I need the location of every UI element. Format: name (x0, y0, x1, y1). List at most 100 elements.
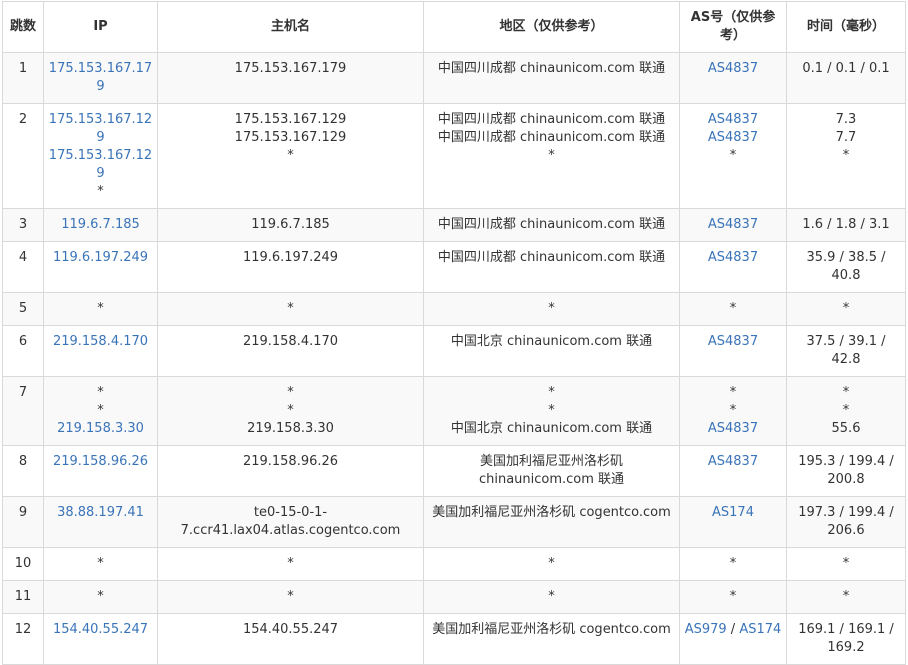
time-text: * (842, 556, 850, 571)
time-text: 169.1 / 169.1 / 169.2 (798, 622, 894, 655)
hostname-text: 175.153.167.129 (234, 130, 347, 145)
time-text: 195.3 / 199.4 / 200.8 (798, 454, 894, 487)
table-row: 1 175.153.167.179 175.153.167.179 中国四川成都 ch… (2, 52, 906, 104)
ip-cell: 175.153.167.179 (43, 52, 158, 104)
as-line: * (684, 588, 782, 606)
hostname-text: * (287, 301, 294, 316)
as-link[interactable]: AS4837 (708, 250, 758, 265)
as-link[interactable]: AS174 (739, 622, 781, 637)
time-cell: 7.3 7.7 * (786, 103, 906, 209)
as-line: AS174 (684, 504, 782, 522)
time-text: * (842, 589, 850, 604)
ip-cell: * (43, 292, 158, 326)
table-body: 1 175.153.167.179 175.153.167.179 中国四川成都 ch… (2, 52, 906, 665)
ip-link[interactable]: 219.158.3.30 (48, 420, 153, 438)
geo-cell: * (423, 580, 680, 614)
as-line: AS4837 (684, 60, 782, 78)
ip-cell: 219.158.96.26 (43, 445, 158, 497)
table-row: 6 219.158.4.170 219.158.4.170 中国北京 chinauni… (2, 325, 906, 377)
ip-link[interactable]: 119.6.7.185 (48, 216, 153, 234)
geo-text: 中国四川成都 chinaunicom.com 联通 (437, 130, 666, 145)
as-cell: AS4837 (679, 241, 787, 293)
geo-text: * (548, 556, 555, 571)
header-geo: 地区（仅供参考） (423, 1, 680, 53)
time-text: 197.3 / 199.4 / 206.6 (798, 505, 894, 538)
ip-link[interactable]: 175.153.167.129 (48, 111, 153, 147)
geo-text: 美国加利福尼亚州洛杉矶 chinaunicom.com 联通 (478, 454, 625, 487)
as-link[interactable]: AS4837 (708, 130, 758, 145)
hop-cell: 3 (2, 208, 44, 242)
hostname-text: * (287, 589, 294, 604)
as-line: * (684, 555, 782, 573)
geo-text: * (548, 385, 555, 400)
hostname-cell: 154.40.55.247 (157, 613, 424, 665)
hostname-text: * (287, 556, 294, 571)
ip-placeholder: * (97, 385, 104, 400)
geo-text: 中国四川成都 chinaunicom.com 联通 (437, 217, 666, 232)
table-row: 12 154.40.55.247 154.40.55.247 美国加利福尼亚州洛杉矶 … (2, 613, 906, 665)
ip-link[interactable]: 219.158.96.26 (48, 453, 153, 471)
ip-link[interactable]: 154.40.55.247 (48, 621, 153, 639)
geo-text: * (548, 301, 555, 316)
geo-cell: * * 中国北京 chinaunicom.com 联通 (423, 376, 680, 446)
geo-cell: 中国四川成都 chinaunicom.com 联通 中国四川成都 chinauni… (423, 103, 680, 209)
as-separator: / (726, 622, 740, 637)
time-text: * (842, 385, 850, 400)
ip-link[interactable]: 219.158.4.170 (48, 333, 153, 351)
hop-cell: 7 (2, 376, 44, 446)
as-cell: * * AS4837 (679, 376, 787, 446)
hostname-text: 219.158.3.30 (247, 421, 334, 436)
ip-cell: 119.6.197.249 (43, 241, 158, 293)
geo-cell: * (423, 547, 680, 581)
as-placeholder: * (729, 385, 737, 400)
geo-text: 美国加利福尼亚州洛杉矶 cogentco.com (432, 505, 671, 520)
as-line: AS979 / AS174 (684, 621, 782, 639)
as-link[interactable]: AS4837 (708, 334, 758, 349)
geo-text: * (548, 148, 555, 163)
as-cell: AS4837 (679, 208, 787, 242)
as-link[interactable]: AS4837 (708, 61, 758, 76)
as-link[interactable]: AS4837 (708, 421, 758, 436)
header-hop: 跳数 (2, 1, 44, 53)
as-line: * (684, 402, 782, 420)
hostname-text: 219.158.4.170 (242, 334, 339, 349)
geo-text: 中国四川成都 chinaunicom.com 联通 (437, 61, 666, 76)
traceroute-table: 跳数 IP 主机名 地区（仅供参考） AS号（仅供参考） 时间（毫秒） 1 175… (2, 1, 906, 665)
hostname-text: 219.158.96.26 (242, 454, 339, 469)
as-link[interactable]: AS4837 (708, 454, 758, 469)
geo-text: 中国四川成都 chinaunicom.com 联通 (437, 112, 666, 127)
as-placeholder: * (729, 556, 737, 571)
ip-link[interactable]: 175.153.167.129 (48, 147, 153, 183)
time-cell: 37.5 / 39.1 / 42.8 (786, 325, 906, 377)
ip-cell: * (43, 547, 158, 581)
ip-placeholder: * (97, 403, 104, 418)
as-link[interactable]: AS174 (712, 505, 754, 520)
hop-cell: 1 (2, 52, 44, 104)
geo-cell: 美国加利福尼亚州洛杉矶 cogentco.com (423, 496, 680, 548)
ip-placeholder: * (97, 589, 104, 604)
as-link[interactable]: AS4837 (708, 112, 758, 127)
ip-link[interactable]: 38.88.197.41 (48, 504, 153, 522)
as-link[interactable]: AS4837 (708, 217, 758, 232)
table-row: 4 119.6.197.249 119.6.197.249 中国四川成都 chinau… (2, 241, 906, 293)
time-text: * (842, 301, 850, 316)
hostname-cell: * * 219.158.3.30 (157, 376, 424, 446)
as-cell: * (679, 547, 787, 581)
hostname-cell: 219.158.96.26 (157, 445, 424, 497)
time-cell: * (786, 547, 906, 581)
ip-cell: * * 219.158.3.30 (43, 376, 158, 446)
as-cell: AS979 / AS174 (679, 613, 787, 665)
geo-text: * (548, 589, 555, 604)
as-link[interactable]: AS979 (685, 622, 727, 637)
hostname-text: * (287, 385, 294, 400)
as-cell: AS4837 (679, 445, 787, 497)
ip-link[interactable]: 119.6.197.249 (48, 249, 153, 267)
geo-cell: * (423, 292, 680, 326)
geo-text: 中国北京 chinaunicom.com 联通 (450, 421, 653, 436)
time-cell: * * 55.6 (786, 376, 906, 446)
hostname-cell: * (157, 580, 424, 614)
time-text: 55.6 (831, 421, 861, 436)
ip-placeholder: * (97, 184, 104, 199)
ip-link[interactable]: 175.153.167.179 (48, 60, 153, 96)
header-host: 主机名 (157, 1, 424, 53)
